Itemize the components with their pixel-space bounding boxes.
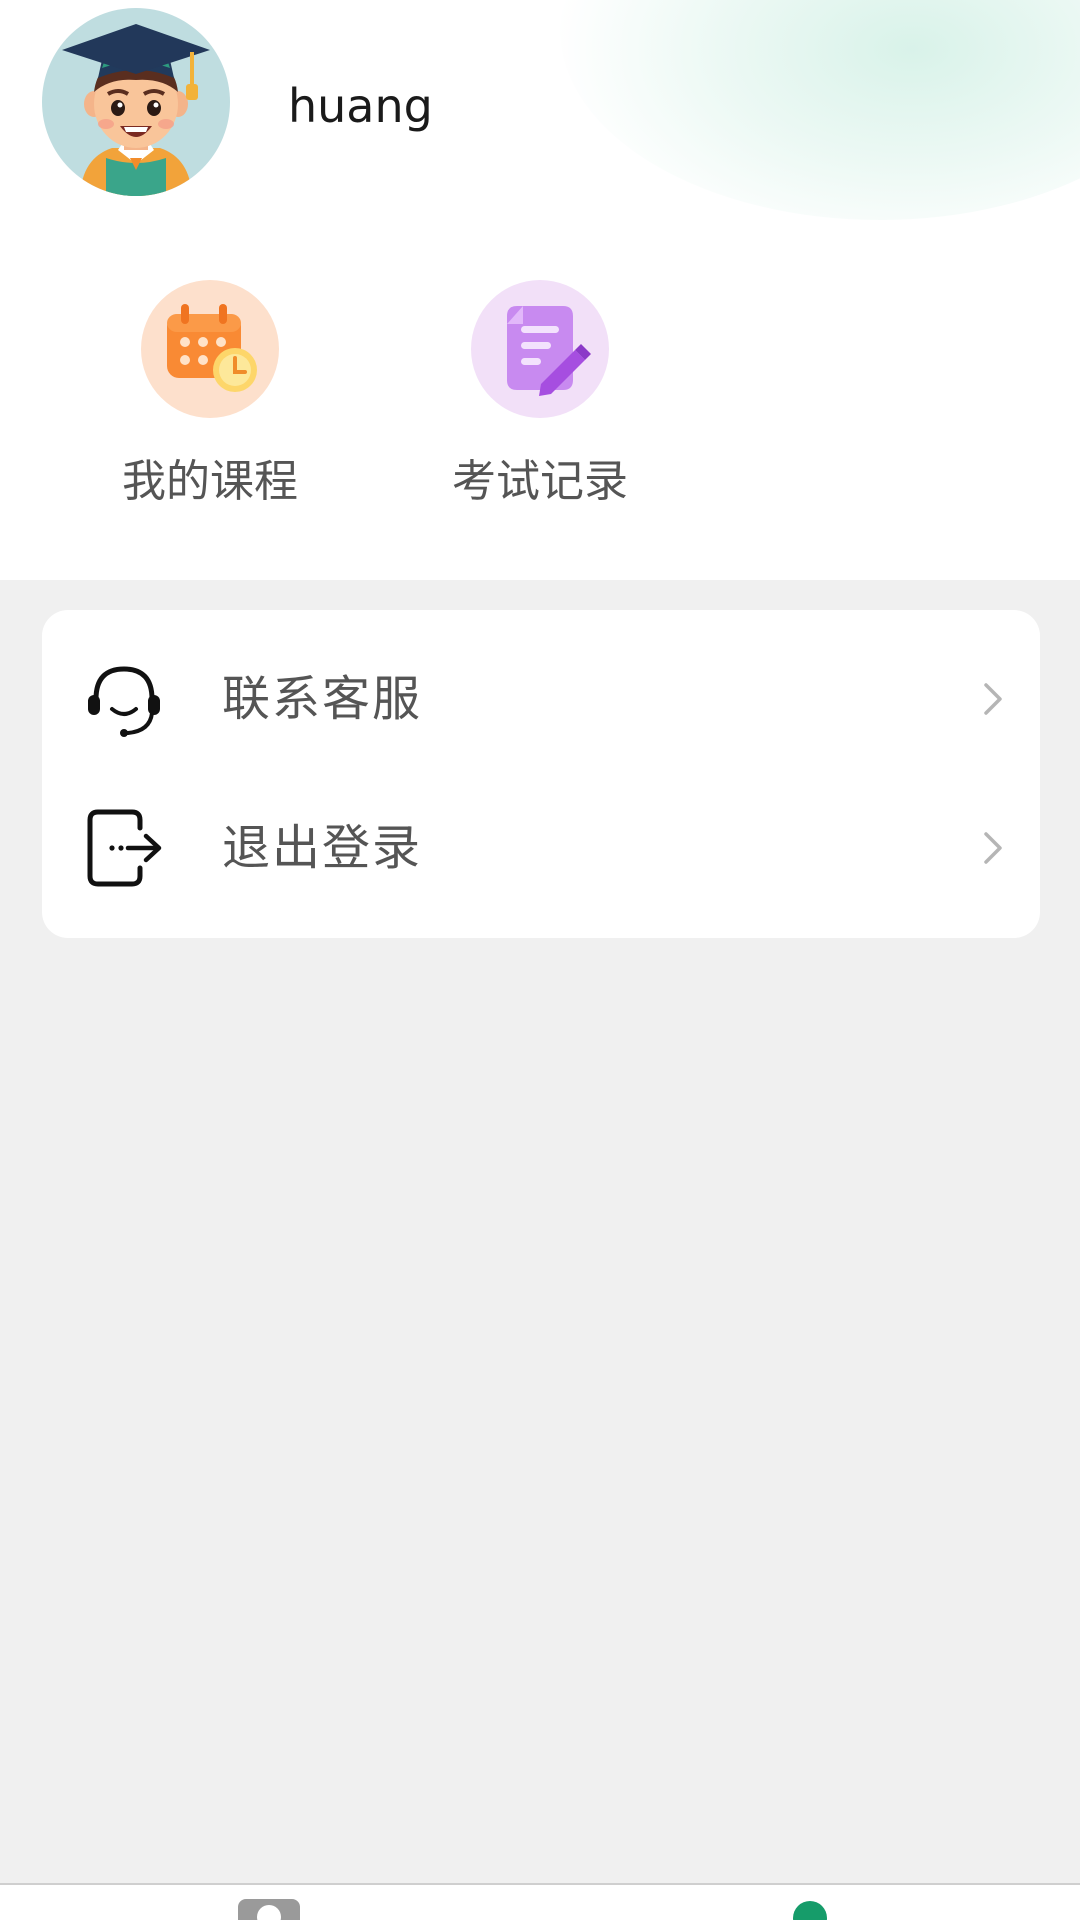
username: huang	[288, 79, 433, 133]
my-courses-label: 我的课程	[122, 456, 298, 507]
menu-card: 联系客服 退出登录	[42, 610, 1040, 938]
logout-row[interactable]: 退出登录	[42, 773, 1040, 923]
header-background-glow	[560, 0, 1080, 220]
contact-service-row[interactable]: 联系客服	[42, 624, 1040, 774]
exam-edit-icon	[471, 280, 609, 418]
chevron-right-icon	[972, 679, 1012, 719]
calendar-clock-icon	[141, 280, 279, 418]
exam-records-button[interactable]: 考试记录	[430, 280, 650, 520]
bottom-tab-bar	[0, 1883, 1080, 1920]
contact-service-label: 联系客服	[222, 671, 423, 727]
logout-label: 退出登录	[222, 820, 423, 876]
exam-records-label: 考试记录	[452, 456, 628, 507]
profile-header: huang 我的课程 考试记录	[0, 0, 1080, 580]
mine-icon[interactable]	[793, 1901, 827, 1920]
headset-icon	[84, 659, 164, 739]
home-icon[interactable]	[238, 1899, 300, 1920]
profile-screen: huang 我的课程 考试记录 联系客服 退出登录	[0, 0, 1080, 1920]
chevron-right-icon	[972, 828, 1012, 868]
graduate-avatar-icon[interactable]	[42, 8, 230, 196]
logout-icon	[84, 808, 164, 888]
my-courses-button[interactable]: 我的课程	[100, 280, 320, 520]
